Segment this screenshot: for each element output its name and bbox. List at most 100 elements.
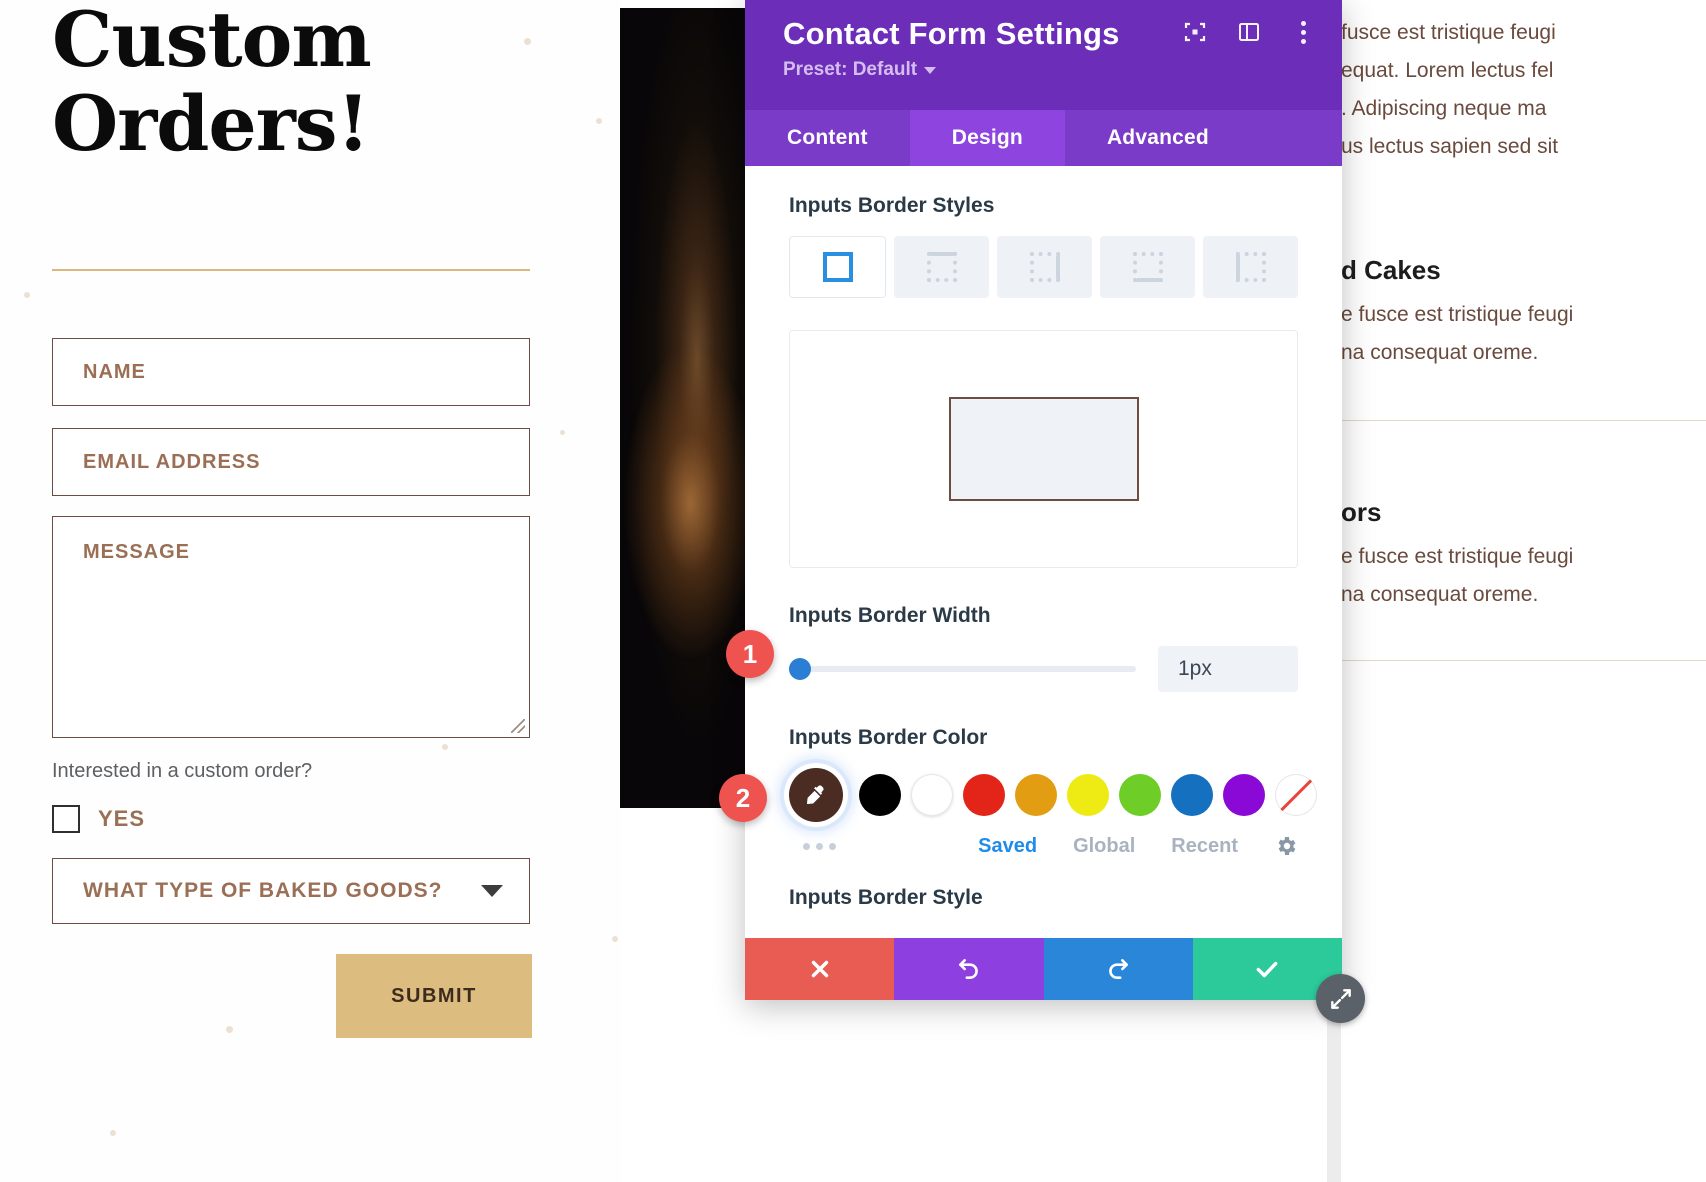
decorative-crumb <box>226 1026 233 1033</box>
panel-header-icons <box>1182 19 1316 45</box>
border-preview-rect <box>948 397 1139 501</box>
screen: Custom Orders! NAME EMAIL ADDRESS MESSAG… <box>0 0 1706 1182</box>
yes-checkbox-label: YES <box>98 806 146 831</box>
palette-controls: Saved Global Recent <box>789 834 1298 858</box>
inputs-border-width-label: Inputs Border Width <box>789 604 991 627</box>
inputs-border-styles-label: Inputs Border Styles <box>789 194 995 217</box>
gear-icon[interactable] <box>1274 834 1298 858</box>
contact-form-page: Custom Orders! NAME EMAIL ADDRESS MESSAG… <box>0 0 622 1182</box>
palette-tabs: Saved Global Recent <box>978 834 1298 858</box>
inputs-border-color-label: Inputs Border Color <box>789 726 988 749</box>
palette-tab-global[interactable]: Global <box>1073 835 1135 858</box>
swatch-yellow[interactable] <box>1067 774 1109 816</box>
paragraph-line: e fusce est tristique feugi <box>1341 303 1574 326</box>
paragraph-line: . Adipiscing neque ma <box>1341 97 1547 120</box>
page-title: Custom Orders! <box>52 0 372 168</box>
border-preview-box <box>789 330 1298 568</box>
name-input-placeholder: NAME <box>83 360 146 383</box>
paragraph-line: na consequat oreme. <box>1341 341 1539 364</box>
textarea-resize-handle[interactable] <box>511 719 525 733</box>
baked-goods-select-placeholder: WHAT TYPE OF BAKED GOODS? <box>83 879 443 902</box>
preset-selector[interactable]: Preset: Default <box>783 59 1304 81</box>
swatch-black[interactable] <box>859 774 901 816</box>
yes-checkbox-row[interactable]: YES <box>52 805 145 833</box>
hero-photo <box>620 8 748 808</box>
inputs-border-style-label: Inputs Border Style <box>789 886 983 909</box>
border-top-option[interactable] <box>894 236 989 298</box>
swatch-purple[interactable] <box>1223 774 1265 816</box>
border-bottom-icon <box>1132 252 1163 282</box>
undo-button[interactable] <box>894 938 1044 1000</box>
tab-advanced[interactable]: Advanced <box>1065 110 1251 166</box>
border-width-value[interactable]: 1px <box>1158 646 1298 692</box>
paragraph-line: e fusce est tristique feugi <box>1341 545 1574 568</box>
swatch-blue[interactable] <box>1171 774 1213 816</box>
panel-header: Contact Form Settings Preset: Default <box>745 0 1342 110</box>
custom-order-question: Interested in a custom order? <box>52 760 313 782</box>
border-all-icon <box>822 252 853 282</box>
panel-resize-handle[interactable] <box>1316 974 1365 1023</box>
inputs-border-styles-options <box>789 236 1298 298</box>
callout-2: 2 <box>719 774 767 822</box>
swatch-orange[interactable] <box>1015 774 1057 816</box>
decorative-crumb <box>612 936 618 942</box>
layout-icon[interactable] <box>1236 19 1262 45</box>
slider-thumb[interactable] <box>789 658 811 680</box>
border-bottom-option[interactable] <box>1100 236 1195 298</box>
message-textarea[interactable]: MESSAGE <box>52 516 530 738</box>
paragraph-line: fusce est tristique feugi <box>1341 21 1556 44</box>
paragraph-line: us lectus sapien sed sit <box>1341 135 1559 158</box>
section-heading: d Cakes <box>1341 255 1441 285</box>
border-right-icon <box>1029 252 1060 282</box>
border-all-option[interactable] <box>789 236 886 298</box>
title-divider <box>52 269 530 271</box>
more-options-icon[interactable] <box>1290 19 1316 45</box>
tab-design[interactable]: Design <box>909 110 1065 166</box>
decorative-crumb <box>110 1130 116 1136</box>
tab-content[interactable]: Content <box>745 110 910 166</box>
border-top-icon <box>926 252 957 282</box>
focus-icon[interactable] <box>1182 19 1208 45</box>
border-left-icon <box>1235 252 1266 282</box>
panel-tabs: Content Design Advanced <box>745 110 1342 166</box>
section-divider <box>1341 420 1706 421</box>
border-width-slider-row: 1px <box>789 646 1298 692</box>
section-divider <box>1341 660 1706 661</box>
border-width-slider[interactable] <box>789 658 1136 680</box>
callout-1: 1 <box>726 630 774 678</box>
section-heading: ors <box>1341 497 1382 527</box>
contact-form-settings-panel: Contact Form Settings Preset: Default Co… <box>745 0 1342 1000</box>
decorative-crumb <box>560 430 565 435</box>
border-color-selected-swatch[interactable] <box>789 768 843 822</box>
palette-tab-recent[interactable]: Recent <box>1171 835 1238 858</box>
paragraph-line: na consequat oreme. <box>1341 583 1539 606</box>
email-input-placeholder: EMAIL ADDRESS <box>83 450 261 473</box>
redo-button[interactable] <box>1043 938 1193 1000</box>
email-input[interactable]: EMAIL ADDRESS <box>52 428 530 496</box>
more-colors-icon[interactable] <box>803 842 836 850</box>
chevron-down-icon <box>924 66 937 74</box>
yes-checkbox[interactable] <box>52 805 80 833</box>
name-input[interactable]: NAME <box>52 338 530 406</box>
close-button[interactable] <box>745 938 895 1000</box>
palette-tab-saved[interactable]: Saved <box>978 835 1037 858</box>
decorative-crumb <box>596 118 602 124</box>
swatch-none[interactable] <box>1275 774 1317 816</box>
blog-content-page: fusce est tristique feugi equat. Lorem l… <box>1341 0 1706 1182</box>
panel-body: Inputs Border Styles Inputs Border Width… <box>745 166 1342 1000</box>
swatch-white[interactable] <box>911 774 953 816</box>
border-color-swatches <box>789 768 1317 822</box>
preset-label: Preset: Default <box>783 59 918 80</box>
decorative-crumb <box>24 292 30 298</box>
border-right-option[interactable] <box>997 236 1092 298</box>
paragraph-line: equat. Lorem lectus fel <box>1341 59 1554 82</box>
border-left-option[interactable] <box>1203 236 1298 298</box>
decorative-crumb <box>442 744 448 750</box>
chevron-down-icon <box>481 885 503 897</box>
panel-action-bar <box>745 938 1342 1000</box>
swatch-red[interactable] <box>963 774 1005 816</box>
swatch-green[interactable] <box>1119 774 1161 816</box>
submit-button[interactable]: SUBMIT <box>336 954 532 1038</box>
message-textarea-placeholder: MESSAGE <box>83 541 191 563</box>
baked-goods-select[interactable]: WHAT TYPE OF BAKED GOODS? <box>52 858 530 924</box>
